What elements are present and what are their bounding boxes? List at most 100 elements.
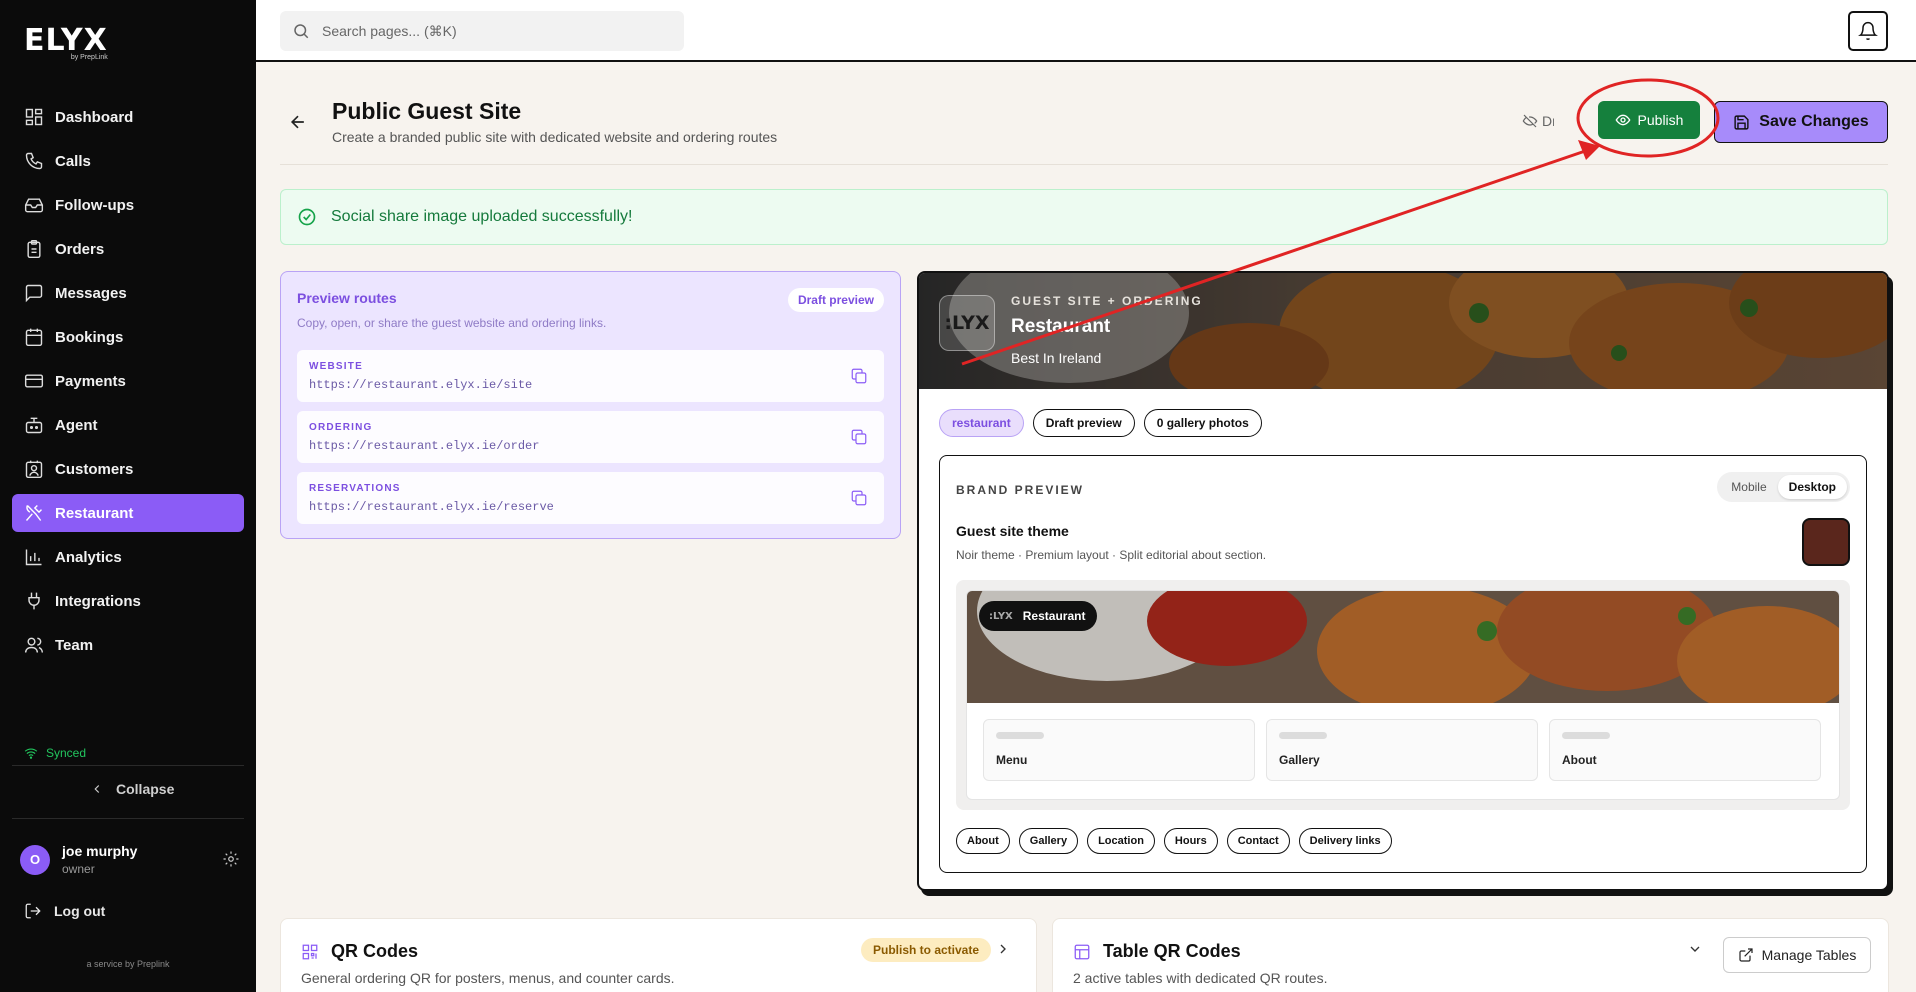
card-label: Gallery	[1279, 753, 1320, 767]
search-input[interactable]	[322, 23, 652, 39]
route-url[interactable]: https://restaurant.elyx.ie/reserve	[309, 500, 554, 514]
chip-location[interactable]: Location	[1087, 828, 1155, 854]
restaurant-tagline: Best In Ireland	[1011, 350, 1102, 366]
toggle-desktop[interactable]: Desktop	[1777, 475, 1847, 499]
table-qr-codes-card: Table QR Codes 2 active tables with dedi…	[1052, 918, 1889, 992]
elyx-logo[interactable]: ELYX by PrepLink	[24, 26, 108, 62]
publish-button[interactable]: Publish	[1598, 101, 1700, 139]
tag-draft-preview: Draft preview	[1032, 409, 1135, 437]
draft-status-label: Draft	[1542, 113, 1554, 129]
users-icon	[24, 637, 44, 653]
sidebar-item-restaurant[interactable]: Restaurant	[12, 494, 244, 532]
sidebar: ELYX by PrepLink Dashboard Calls Follow-…	[0, 0, 256, 992]
mockup-card-about: About	[1549, 719, 1821, 781]
tag-restaurant: restaurant	[939, 409, 1024, 437]
preview-tags: restaurant Draft preview 0 gallery photo…	[939, 409, 1262, 437]
table-qr-title: Table QR Codes	[1103, 941, 1241, 961]
route-url[interactable]: https://restaurant.elyx.ie/site	[309, 378, 532, 392]
route-url[interactable]: https://restaurant.elyx.ie/order	[309, 439, 539, 453]
sidebar-item-label: Restaurant	[55, 504, 134, 522]
card-label: Menu	[996, 753, 1028, 767]
sidebar-item-dashboard[interactable]: Dashboard	[12, 98, 244, 136]
chevron-right-icon[interactable]	[995, 941, 1011, 957]
credit-card-icon	[24, 374, 44, 388]
chip-delivery-links[interactable]: Delivery links	[1298, 828, 1392, 854]
sidebar-item-analytics[interactable]: Analytics	[12, 538, 244, 576]
mockup-brand-pill: :LYX Restaurant	[979, 601, 1098, 631]
search-icon	[294, 24, 309, 39]
hero-banner: :LYX GUEST SITE + ORDERING Restaurant Be…	[919, 273, 1887, 389]
sidebar-item-follow-ups[interactable]: Follow-ups	[12, 186, 244, 224]
bell-icon	[1858, 21, 1878, 41]
success-alert: Social share image uploaded successfully…	[280, 189, 1888, 245]
publish-label: Publish	[1637, 112, 1684, 128]
route-label: RESERVATIONS	[309, 483, 401, 494]
table-icon	[1074, 944, 1090, 960]
routes-description: Copy, open, or share the guest website a…	[297, 316, 607, 330]
external-link-icon	[1739, 948, 1753, 962]
hero-kicker: GUEST SITE + ORDERING	[1011, 294, 1203, 308]
mockup-frame: :LYX Restaurant Menu Gallery About	[966, 590, 1840, 800]
qr-code-icon	[302, 944, 318, 960]
page-subtitle: Create a branded public site with dedica…	[332, 129, 778, 145]
divider	[12, 818, 244, 819]
manage-tables-button[interactable]: Manage Tables	[1723, 937, 1871, 973]
copy-icon[interactable]	[850, 428, 868, 446]
sidebar-item-calls[interactable]: Calls	[12, 142, 244, 180]
phone-icon	[25, 152, 43, 170]
copy-icon[interactable]	[850, 367, 868, 385]
sidebar-item-customers[interactable]: Customers	[12, 450, 244, 488]
eye-off-icon	[1522, 114, 1538, 128]
back-arrow-icon[interactable]	[288, 112, 308, 132]
sidebar-item-team[interactable]: Team	[12, 626, 244, 664]
sidebar-item-label: Team	[55, 636, 94, 654]
chevron-left-icon	[94, 785, 100, 793]
save-changes-button[interactable]: Save Changes	[1714, 101, 1888, 143]
publish-to-activate-badge: Publish to activate	[861, 938, 992, 962]
chip-hours[interactable]: Hours	[1163, 828, 1218, 854]
clipboard-icon	[27, 239, 41, 259]
sidebar-item-label: Integrations	[55, 592, 141, 610]
restaurant-name: Restaurant	[1011, 316, 1111, 337]
route-label: WEBSITE	[309, 361, 363, 372]
chip-gallery[interactable]: Gallery	[1018, 828, 1079, 854]
notifications-button[interactable]	[1848, 11, 1888, 51]
search-bar[interactable]	[280, 11, 684, 51]
sidebar-nav: Dashboard Calls Follow-ups Orders Messag…	[12, 98, 244, 670]
gear-icon[interactable]	[222, 850, 240, 868]
sidebar-item-bookings[interactable]: Bookings	[12, 318, 244, 356]
sidebar-item-agent[interactable]: Agent	[12, 406, 244, 444]
user-profile[interactable]: O joe murphy owner	[20, 843, 240, 876]
theme-color-swatch[interactable]	[1802, 518, 1850, 566]
mockup-card-gallery: Gallery	[1266, 719, 1538, 781]
copy-icon[interactable]	[850, 489, 868, 507]
preview-routes-panel: Preview routes Copy, open, or share the …	[280, 271, 901, 539]
restaurant-logo: :LYX	[939, 295, 995, 351]
chevron-down-icon[interactable]	[1687, 941, 1703, 957]
chip-about[interactable]: About	[956, 828, 1010, 854]
sidebar-item-label: Follow-ups	[55, 196, 135, 214]
draft-status: Draft	[1522, 113, 1554, 129]
collapse-button[interactable]: Collapse	[90, 781, 174, 797]
qr-codes-card[interactable]: QR Codes General ordering QR for posters…	[280, 918, 1037, 992]
chip-contact[interactable]: Contact	[1226, 828, 1290, 854]
logout-icon	[25, 903, 41, 919]
sidebar-item-orders[interactable]: Orders	[12, 230, 244, 268]
sidebar-item-messages[interactable]: Messages	[12, 274, 244, 312]
desktop-mockup: :LYX Restaurant Menu Gallery About	[956, 580, 1850, 810]
mockup-card-menu: Menu	[983, 719, 1255, 781]
logout-button[interactable]: Log out	[24, 902, 105, 920]
toggle-mobile[interactable]: Mobile	[1720, 475, 1777, 499]
bar-chart-icon	[25, 549, 42, 566]
sidebar-item-label: Bookings	[55, 328, 124, 346]
sidebar-item-payments[interactable]: Payments	[12, 362, 244, 400]
alert-message: Social share image uploaded successfully…	[331, 208, 633, 225]
qr-codes-description: General ordering QR for posters, menus, …	[301, 970, 675, 986]
mockup-hero: :LYX Restaurant	[967, 591, 1839, 703]
placeholder-bar	[1562, 732, 1610, 739]
logout-label: Log out	[54, 903, 106, 919]
sidebar-item-label: Payments	[55, 372, 126, 390]
sidebar-item-integrations[interactable]: Integrations	[12, 582, 244, 620]
theme-description: Noir theme · Premium layout · Split edit…	[956, 548, 1267, 562]
placeholder-bar	[1279, 732, 1327, 739]
